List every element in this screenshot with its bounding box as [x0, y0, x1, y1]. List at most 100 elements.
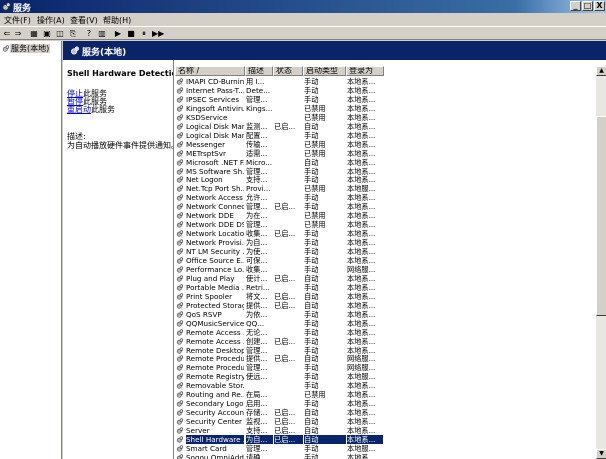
maximize-button[interactable]: □ [582, 1, 593, 11]
service-row[interactable]: Remote Access ... 无论... 手动 本地系... [174, 328, 594, 337]
service-startup-type-cell: 手动 [304, 443, 319, 453]
service-row[interactable]: Network DDE 为在... 已禁用 本地系... [174, 211, 594, 220]
properties-icon[interactable]: ▣ [42, 29, 52, 38]
service-row[interactable]: QQMusicService QQ... 手动 本地系... [174, 319, 594, 328]
service-log-on-as-cell: 本地系... [347, 238, 376, 248]
service-row[interactable]: Logical Disk Man...监测... 已启... 自动 本地系... [174, 122, 594, 131]
menu-action[interactable]: 操作(A) [37, 15, 65, 26]
menu-file[interactable]: 文件(F) [4, 15, 31, 26]
service-row[interactable]: Office Source E... 可保... 手动 本地系... [174, 256, 594, 265]
restart-service-link[interactable]: 重启动此服务 [67, 104, 115, 115]
service-row[interactable]: Security Accoun...存储... 已启... 自动 本地系... [174, 408, 594, 417]
service-row[interactable]: Messenger 传输... 已禁用 本地系... [174, 140, 594, 149]
service-status-cell: 已启... [274, 202, 296, 212]
close-button[interactable]: X [594, 1, 605, 11]
service-row[interactable]: Network Connec...管理... 已启... 手动 本地系... [174, 202, 594, 211]
service-row[interactable]: Remote Procedu...管理... 手动 网络服... [174, 363, 594, 372]
minimize-button[interactable]: _ [570, 1, 581, 11]
service-status-cell [274, 363, 303, 372]
service-status-cell [274, 256, 303, 265]
service-description-cell: Retri... [246, 282, 270, 292]
column-status[interactable]: 状态 [273, 66, 303, 76]
service-gear-icon [176, 141, 184, 148]
scroll-thumb[interactable] [596, 116, 606, 316]
tree-item-services-local[interactable]: 服务(本地) [2, 43, 51, 54]
service-row[interactable]: KSDService 已禁用 本地系... [174, 113, 594, 122]
service-row[interactable]: Protected Storage提供... 已启... 自动 本地系... [174, 301, 594, 310]
service-row[interactable]: Smart Card 管理... 手动 本地服... [174, 444, 594, 453]
service-gear-icon [176, 311, 184, 318]
service-row[interactable]: Performance Lo... 收集... 手动 网络服... [174, 265, 594, 274]
service-name-cell: Smart Card [186, 443, 227, 453]
service-row[interactable]: Microsoft .NET F... Micro... 自动 本地系... [174, 158, 594, 167]
column-description[interactable]: 描述 [245, 66, 273, 76]
service-row[interactable]: QoS RSVP 为依... 手动 本地系... [174, 310, 594, 319]
vertical-scrollbar[interactable]: ▲ ▼ [596, 66, 606, 459]
service-row[interactable]: Network Access ...允许... 手动 本地系... [174, 193, 594, 202]
service-log-on-as-cell: 本地系... [347, 121, 376, 131]
service-row[interactable]: Network Provisi... 为自... 手动 本地系... [174, 238, 594, 247]
service-row[interactable]: Security Center 监视... 已启... 自动 本地系... [174, 417, 594, 426]
service-row[interactable]: IPSEC Services 管理... 手动 本地系... [174, 95, 594, 104]
service-row[interactable]: Plug and Play 使计... 已启... 自动 本地系... [174, 274, 594, 283]
service-status-cell: 已启... [274, 426, 296, 436]
service-log-on-as-cell: 本地系... [347, 94, 376, 104]
service-row[interactable]: Print Spooler 将文... 已启... 自动 本地系... [174, 292, 594, 301]
forward-icon[interactable]: ⇒ [13, 29, 23, 38]
service-status-cell [274, 104, 303, 113]
service-row[interactable]: Net Logon 支持... 手动 本地系... [174, 175, 594, 184]
service-name-cell: Sogou OmniAdd... [186, 452, 244, 459]
column-startup-type[interactable]: 启动类型 [303, 66, 346, 76]
service-log-on-as-cell: 网络服... [347, 264, 376, 274]
scroll-up-icon[interactable]: ▲ [596, 66, 606, 76]
help-icon[interactable]: ? [84, 29, 94, 38]
export-list-icon[interactable]: ⎘ [68, 29, 78, 38]
service-description-cell: 提供... [246, 354, 268, 364]
service-name-cell: Logical Disk Man... [186, 130, 244, 140]
service-status-cell [274, 193, 303, 202]
service-status-cell [274, 390, 303, 399]
service-row[interactable]: Logical Disk Man...配置... 手动 本地系... [174, 131, 594, 140]
stop-service-icon[interactable]: ■ [126, 29, 136, 38]
service-gear-icon [176, 355, 184, 363]
back-icon[interactable]: ⇐ [2, 29, 12, 38]
service-row[interactable]: Secondary Logon 启用... 手动 本地系... [174, 399, 594, 408]
column-name[interactable]: 名称 / [175, 66, 245, 76]
service-row[interactable]: Remote Access ... 创建... 已启... 手动 本地系... [174, 337, 594, 346]
service-row[interactable]: Sogou OmniAdd...请确... 手动 本地系... [174, 453, 594, 459]
service-startup-type-cell: 手动 [304, 399, 319, 409]
service-row[interactable]: Network DDE DS...管理... 已禁用 本地系... [174, 220, 594, 229]
service-row[interactable]: Shell Hardware ... 为自... 已启... 自动 本地系... [174, 435, 594, 444]
service-row[interactable]: METrsptSvr 适需... 已禁用 本地系... [174, 149, 594, 158]
menu-help[interactable]: 帮助(H) [103, 15, 131, 26]
column-log-on-as[interactable]: 登录为 [346, 66, 384, 76]
start-service-icon[interactable]: ▶ [113, 29, 123, 38]
service-log-on-as-cell: 本地系... [347, 300, 376, 310]
service-row[interactable]: Remote Desktop...管理... 手动 本地系... [174, 346, 594, 355]
service-row[interactable]: MS Software Sh... 管理... 手动 本地系... [174, 167, 594, 176]
service-row[interactable]: Remote Procedu...提供... 已启... 自动 网络服... [174, 354, 594, 363]
console-tree-icon[interactable]: ▦ [29, 29, 39, 38]
service-row[interactable]: NT LM Security ... 为使... 手动 本地系... [174, 247, 594, 256]
services-gear-icon [2, 45, 10, 52]
service-name-cell: Network Locatio... [186, 229, 244, 239]
menu-view[interactable]: 查看(V) [70, 15, 98, 26]
service-row[interactable]: Remote Registry 使远... 手动 本地服... [174, 372, 594, 381]
refresh-icon[interactable]: ◫ [55, 29, 65, 38]
service-description-cell: 监视... [246, 417, 268, 427]
service-row[interactable]: Server 支持... 已启... 自动 本地系... [174, 426, 594, 435]
service-row[interactable]: IMAPI CD-Burnin...用 I... 手动 本地系... [174, 77, 594, 86]
pause-service-icon[interactable]: ⏸ [139, 29, 149, 38]
restart-service-icon[interactable]: ▶▶ [152, 29, 164, 38]
service-log-on-as-cell: 本地系... [347, 417, 376, 427]
service-row[interactable]: Routing and Re... 在局... 已禁用 本地系... [174, 390, 594, 399]
scroll-down-icon[interactable]: ▼ [596, 449, 606, 459]
service-row[interactable]: Internet Pass-T... Dete... 手动 本地系... [174, 86, 594, 95]
service-row[interactable]: Network Locatio...收集... 已启... 手动 本地系... [174, 229, 594, 238]
service-row[interactable]: Portable Media ... Retri... 手动 本地系... [174, 283, 594, 292]
service-row[interactable]: Kingsoft Antiviru...Kings... 已禁用 本地系... [174, 104, 594, 113]
service-name-cell: Network DDE DS... [186, 220, 244, 230]
service-row[interactable]: Removable Stor... 手动 本地系... [174, 381, 594, 390]
view-icon[interactable]: ▥ [97, 29, 107, 38]
service-row[interactable]: Net.Tcp Port Sh... Provi... 已禁用 本地服... [174, 184, 594, 193]
